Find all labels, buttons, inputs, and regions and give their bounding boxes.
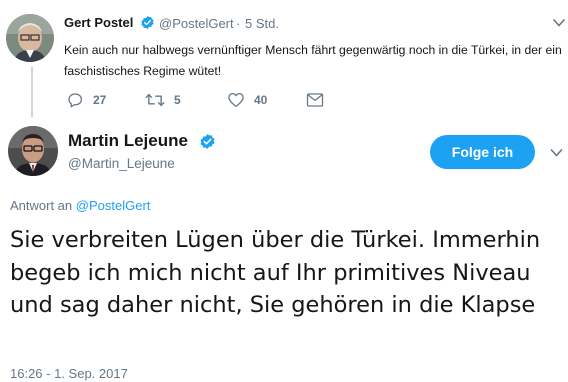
quoted-author-name[interactable]: Gert Postel bbox=[64, 15, 133, 30]
quoted-time-ago[interactable]: 5 Std. bbox=[245, 16, 279, 31]
main-author-name[interactable]: Martin Lejeune bbox=[68, 131, 188, 151]
quoted-author-handle[interactable]: @PostelGert bbox=[159, 16, 234, 31]
reply-to-link[interactable]: @PostelGert bbox=[76, 198, 151, 213]
thread-line bbox=[31, 67, 33, 117]
main-author-handle[interactable]: @Martin_Lejeune bbox=[68, 156, 175, 171]
avatar-gert-postel[interactable] bbox=[6, 14, 54, 62]
message-button[interactable] bbox=[306, 91, 333, 109]
tweet-text: Sie verbreiten Lügen über die Türkei. Im… bbox=[10, 227, 541, 318]
chevron-down-icon[interactable] bbox=[553, 18, 565, 28]
tweet-timestamp[interactable]: 16:26 - 1. Sep. 2017 bbox=[10, 366, 128, 381]
quoted-tweet-text: Kein auch nur halbwegs vernünftiger Mens… bbox=[64, 43, 562, 78]
avatar-martin-lejeune[interactable] bbox=[8, 126, 58, 176]
chevron-down-icon[interactable] bbox=[550, 148, 563, 158]
follow-button[interactable]: Folge ich bbox=[430, 135, 535, 169]
like-button[interactable]: 40 bbox=[227, 91, 267, 109]
reply-context: Antwort an @PostelGert bbox=[10, 198, 150, 213]
verified-icon bbox=[199, 133, 216, 150]
reply-button[interactable]: 27 bbox=[66, 91, 106, 109]
reply-count: 27 bbox=[93, 93, 107, 107]
quoted-separator: · bbox=[236, 16, 241, 31]
like-count: 40 bbox=[254, 93, 268, 107]
verified-icon bbox=[140, 15, 155, 30]
reply-icon bbox=[66, 91, 93, 109]
retweet-button[interactable]: 5 bbox=[145, 91, 181, 109]
message-icon bbox=[306, 92, 333, 108]
heart-icon bbox=[227, 91, 254, 109]
retweet-count: 5 bbox=[174, 93, 181, 107]
reply-prefix: Antwort an bbox=[10, 198, 73, 213]
retweet-icon bbox=[145, 91, 174, 109]
